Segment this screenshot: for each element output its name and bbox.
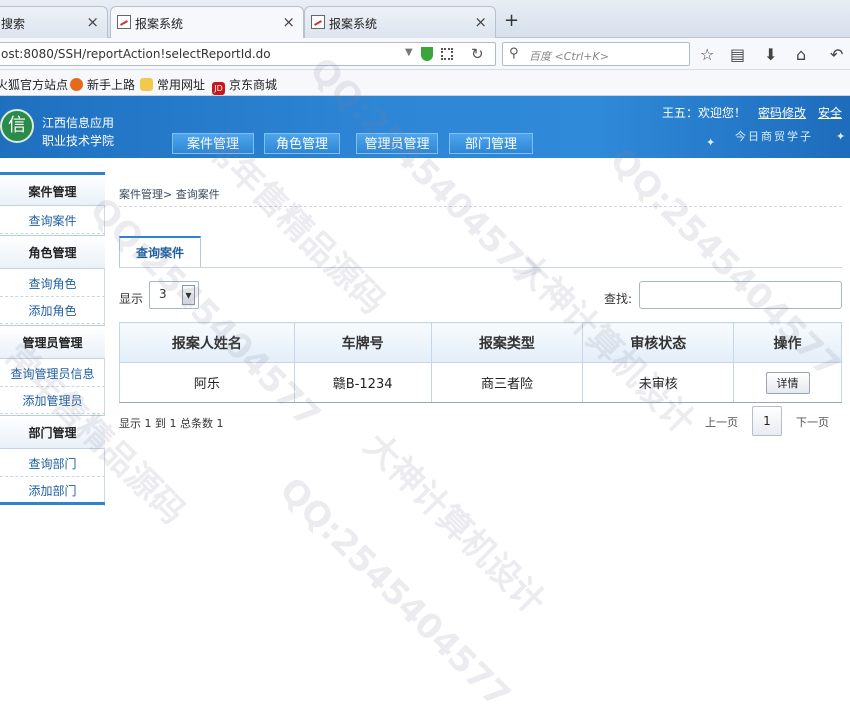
column-header-report-type[interactable]: 报案类型 bbox=[430, 322, 584, 363]
column-header-reporter-name[interactable]: 报案人姓名 bbox=[119, 322, 295, 363]
bookmarks-bar: 火狐官方站点 新手上路 常用网址 JD 京东商城 bbox=[0, 70, 850, 96]
sidebar-item-add-admin[interactable]: 添加管理员 bbox=[0, 388, 105, 414]
watermark-text: QQ:2545404577 bbox=[271, 470, 518, 716]
column-header-review-status[interactable]: 审核状态 bbox=[582, 322, 735, 363]
cell-review-status: 未审核 bbox=[582, 362, 735, 403]
tab-title: 搜索 bbox=[1, 17, 26, 31]
pager-prev-button[interactable]: 上一页 bbox=[705, 414, 738, 430]
browser-tab-bar: 搜索 × 报案系统 × 报案系统 × + bbox=[0, 0, 850, 39]
table-row: 阿乐 赣B-1234 商三者险 未审核 详情 bbox=[119, 362, 842, 403]
browser-tab-search[interactable]: 搜索 × bbox=[0, 6, 108, 38]
shield-icon[interactable] bbox=[421, 47, 433, 61]
welcome-text: 王五：欢迎您！ bbox=[662, 106, 747, 120]
bookmark-label: 常用网址 bbox=[157, 78, 206, 92]
reload-icon[interactable]: ↻ bbox=[471, 45, 484, 63]
case-table: 报案人姓名 车牌号 报案类型 审核状态 操作 阿乐 赣B-1234 商三者险 未… bbox=[119, 322, 842, 403]
bookmark-jd-mall[interactable]: JD 京东商城 bbox=[212, 76, 277, 95]
browser-tab-report-active[interactable]: 报案系统 × bbox=[110, 6, 304, 39]
top-nav-case-management[interactable]: 案件管理 bbox=[172, 133, 254, 154]
chart-favicon-icon bbox=[117, 15, 131, 29]
table-header-row: 报案人姓名 车牌号 报案类型 审核状态 操作 bbox=[119, 322, 842, 363]
top-nav-role-management[interactable]: 角色管理 bbox=[264, 133, 340, 154]
cell-reporter-name: 阿乐 bbox=[119, 362, 295, 403]
watermark-text: 大神计算机设计 bbox=[356, 425, 553, 623]
user-area: 王五：欢迎您！ 密码修改 安全 bbox=[662, 104, 842, 121]
sparkle-icon: ✦ bbox=[836, 130, 846, 143]
close-icon[interactable]: × bbox=[86, 13, 99, 31]
change-password-link[interactable]: 密码修改 bbox=[758, 106, 806, 120]
sidebar-item-query-department[interactable]: 查询部门 bbox=[0, 451, 105, 477]
download-icon[interactable]: ⬇ bbox=[764, 45, 777, 64]
folder-icon bbox=[140, 78, 153, 91]
back-arrow-icon[interactable]: ↶ bbox=[830, 45, 843, 64]
cell-plate-number: 赣B-1234 bbox=[293, 362, 432, 403]
tab-query-case[interactable]: 查询案件 bbox=[119, 236, 201, 268]
tab-title: 报案系统 bbox=[135, 17, 184, 31]
sidebar-bottom-bar bbox=[0, 502, 105, 505]
url-text: ost:8080/SSH/reportAction!selectReportId… bbox=[1, 47, 271, 61]
pager-next-button[interactable]: 下一页 bbox=[796, 414, 829, 430]
top-nav-admin-management[interactable]: 管理员管理 bbox=[356, 133, 438, 154]
firefox-icon bbox=[70, 78, 83, 91]
school-logo: 信 bbox=[0, 109, 34, 143]
page-length-value: 3 bbox=[159, 287, 167, 301]
school-name-line1: 江西信息应用 bbox=[42, 116, 115, 130]
sidebar-item-query-admin[interactable]: 查询管理员信息 bbox=[0, 361, 105, 387]
sidebar-item-add-department[interactable]: 添加部门 bbox=[0, 478, 105, 504]
search-icon: ⚲ bbox=[509, 46, 519, 61]
detail-button[interactable]: 详情 bbox=[765, 371, 810, 394]
sidebar-item-add-role[interactable]: 添加角色 bbox=[0, 298, 105, 324]
search-placeholder: 百度 <Ctrl+K> bbox=[529, 50, 609, 63]
sidebar-group-admin[interactable]: 管理员管理 bbox=[0, 325, 105, 359]
cell-action: 详情 bbox=[733, 362, 842, 403]
column-header-plate-number[interactable]: 车牌号 bbox=[293, 322, 432, 363]
top-nav-department-management[interactable]: 部门管理 bbox=[449, 133, 533, 154]
sidebar-item-query-case[interactable]: 查询案件 bbox=[0, 208, 105, 234]
dropdown-arrow-icon[interactable]: ▼ bbox=[405, 47, 413, 58]
bookmark-getting-started[interactable]: 新手上路 bbox=[70, 76, 135, 93]
sidebar-group-case[interactable]: 案件管理 bbox=[0, 172, 105, 206]
pager-current-page[interactable]: 1 bbox=[752, 406, 782, 436]
cell-report-type: 商三者险 bbox=[430, 362, 584, 403]
star-bookmark-icon[interactable]: ☆ bbox=[700, 45, 714, 64]
table-info-text: 显示 1 到 1 总条数 1 bbox=[119, 417, 224, 430]
motto-text: 今日商贸学子 bbox=[735, 130, 813, 143]
sidebar-group-role[interactable]: 角色管理 bbox=[0, 235, 105, 269]
bookmark-common-sites[interactable]: 常用网址 bbox=[140, 76, 205, 93]
app-header: 信 江西信息应用 职业技术学院 案件管理 角色管理 管理员管理 部门管理 王五：… bbox=[0, 96, 850, 158]
browser-search-bar[interactable]: ⚲ 百度 <Ctrl+K> bbox=[502, 42, 690, 66]
sidebar-item-query-role[interactable]: 查询角色 bbox=[0, 271, 105, 297]
breadcrumb-divider bbox=[119, 206, 842, 207]
chart-favicon-icon bbox=[311, 15, 325, 29]
page-length-select[interactable]: 3 ▼ bbox=[149, 281, 199, 309]
home-icon[interactable]: ⌂ bbox=[796, 45, 806, 64]
chevron-down-icon[interactable]: ▼ bbox=[182, 285, 195, 305]
search-input[interactable] bbox=[639, 281, 842, 309]
bookmark-label: 京东商城 bbox=[229, 78, 278, 92]
close-icon[interactable]: × bbox=[474, 13, 487, 31]
search-label: 查找: bbox=[604, 292, 633, 306]
bookmark-label: 新手上路 bbox=[87, 78, 136, 92]
sidebar-group-department[interactable]: 部门管理 bbox=[0, 415, 105, 449]
bookmark-firefox-site[interactable]: 火狐官方站点 bbox=[0, 76, 68, 93]
reading-list-icon[interactable]: ▤ bbox=[730, 45, 745, 64]
school-name: 江西信息应用 职业技术学院 bbox=[42, 114, 114, 150]
breadcrumb: 案件管理> 查询案件 bbox=[119, 188, 220, 201]
browser-nav-bar: ost:8080/SSH/reportAction!selectReportId… bbox=[0, 38, 850, 70]
sidebar: 案件管理 查询案件 角色管理 查询角色 添加角色 管理员管理 查询管理员信息 添… bbox=[0, 172, 105, 506]
close-icon[interactable]: × bbox=[282, 13, 295, 31]
qr-code-icon[interactable] bbox=[441, 48, 453, 60]
sparkle-icon: ✦ bbox=[706, 136, 716, 149]
new-tab-button[interactable]: + bbox=[504, 10, 519, 31]
safe-exit-link[interactable]: 安全 bbox=[818, 106, 842, 120]
tab-title: 报案系统 bbox=[329, 17, 378, 31]
school-name-line2: 职业技术学院 bbox=[42, 134, 115, 148]
tab-divider bbox=[119, 267, 842, 268]
page-length-label: 显示 bbox=[119, 292, 144, 306]
browser-tab-report[interactable]: 报案系统 × bbox=[304, 6, 496, 38]
url-bar[interactable]: ost:8080/SSH/reportAction!selectReportId… bbox=[0, 42, 496, 66]
jd-logo-icon: JD bbox=[212, 82, 225, 95]
column-header-action: 操作 bbox=[733, 322, 842, 363]
